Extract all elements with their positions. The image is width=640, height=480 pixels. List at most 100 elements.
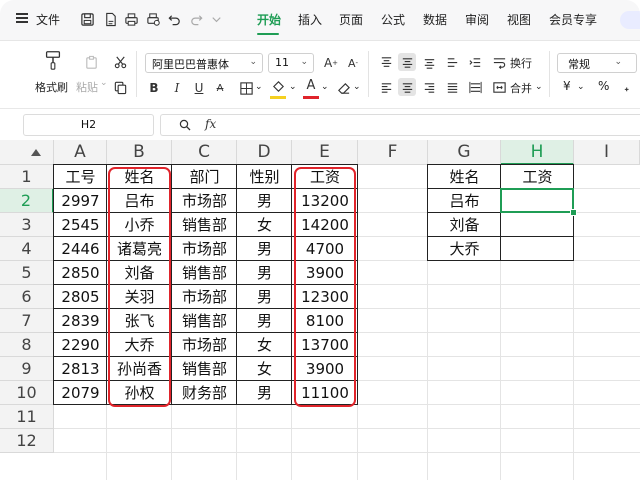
indent-icon[interactable] <box>466 53 484 71</box>
export-pdf-icon[interactable] <box>101 10 119 28</box>
tab-review[interactable]: 审阅 <box>465 11 489 28</box>
ai-assistant-button[interactable] <box>620 11 640 29</box>
table-cell[interactable]: 女 <box>237 333 292 357</box>
column-header-c[interactable]: C <box>172 140 237 165</box>
formula-input[interactable]: fx <box>160 114 640 136</box>
row-header-7[interactable]: 7 <box>0 309 54 333</box>
function-icon[interactable]: fx <box>205 117 216 131</box>
table-header-cell[interactable]: 性别 <box>237 165 292 189</box>
table-cell[interactable]: 2850 <box>54 261 107 285</box>
tab-insert[interactable]: 插入 <box>298 11 322 28</box>
decrease-font-icon[interactable]: A- <box>344 54 362 72</box>
row-header-8[interactable]: 8 <box>0 333 54 357</box>
column-header-d[interactable]: D <box>237 140 292 165</box>
lookup-cell[interactable]: 吕布 <box>428 189 501 213</box>
paste-label[interactable]: 粘贴 <box>76 79 98 95</box>
save-icon[interactable] <box>78 10 96 28</box>
table-cell[interactable]: 2997 <box>54 189 107 213</box>
table-cell[interactable]: 孙权 <box>107 381 172 405</box>
format-painter-icon[interactable] <box>36 49 70 75</box>
row-header-11[interactable]: 11 <box>0 405 54 429</box>
row-header-2[interactable]: 2 <box>0 189 54 213</box>
currency-format-button[interactable]: ¥ <box>563 79 571 93</box>
table-header-cell[interactable]: 姓名 <box>107 165 172 189</box>
table-cell[interactable]: 销售部 <box>172 213 237 237</box>
menu-icon[interactable] <box>16 13 28 23</box>
chevron-down-icon[interactable]: ⌄ <box>353 82 361 92</box>
table-cell[interactable]: 男 <box>237 309 292 333</box>
lookup-cell[interactable] <box>501 237 574 261</box>
table-cell[interactable]: 13700 <box>292 333 358 357</box>
table-header-cell[interactable]: 工资 <box>292 165 358 189</box>
strikethrough-icon[interactable]: A <box>211 79 229 97</box>
increase-font-icon[interactable]: A + <box>322 54 340 72</box>
font-family-select[interactable]: 阿里巴巴普惠体 ⌄ <box>145 53 263 73</box>
column-header-e[interactable]: E <box>292 140 358 165</box>
clear-format-icon[interactable] <box>334 79 352 97</box>
table-cell[interactable]: 13200 <box>292 189 358 213</box>
column-header-b[interactable]: B <box>107 140 172 165</box>
table-cell[interactable]: 14200 <box>292 213 358 237</box>
table-cell[interactable]: 市场部 <box>172 285 237 309</box>
table-cell[interactable]: 吕布 <box>107 189 172 213</box>
wrap-text-icon[interactable] <box>490 53 508 71</box>
undo-icon[interactable] <box>165 10 183 28</box>
table-cell[interactable]: 3900 <box>292 261 358 285</box>
table-header-cell[interactable]: 部门 <box>172 165 237 189</box>
column-header-a[interactable]: A <box>54 140 107 165</box>
tab-home[interactable]: 开始 <box>257 11 281 28</box>
table-cell[interactable]: 女 <box>237 357 292 381</box>
table-cell[interactable]: 男 <box>237 285 292 309</box>
distributed-icon[interactable] <box>466 78 484 96</box>
merge-cells-icon[interactable] <box>490 78 508 96</box>
paste-dropdown-icon[interactable]: ⌄ <box>100 78 108 88</box>
table-cell[interactable]: 2839 <box>54 309 107 333</box>
table-cell[interactable]: 2290 <box>54 333 107 357</box>
lookup-header-cell[interactable]: 工资 <box>501 165 574 189</box>
lookup-header-cell[interactable]: 姓名 <box>428 165 501 189</box>
column-header-h[interactable]: H <box>501 140 574 165</box>
align-left-icon[interactable] <box>377 78 395 96</box>
tab-data[interactable]: 数据 <box>423 11 447 28</box>
table-cell[interactable]: 关羽 <box>107 285 172 309</box>
table-cell[interactable]: 市场部 <box>172 189 237 213</box>
table-cell[interactable]: 销售部 <box>172 309 237 333</box>
column-header-g[interactable]: G <box>428 140 501 165</box>
italic-button[interactable]: I <box>168 79 186 97</box>
chevron-down-icon[interactable]: ⌄ <box>289 82 297 92</box>
row-header-4[interactable]: 4 <box>0 237 54 261</box>
table-cell[interactable]: 市场部 <box>172 237 237 261</box>
table-cell[interactable]: 男 <box>237 237 292 261</box>
bold-button[interactable]: B <box>145 79 163 97</box>
row-header-9[interactable]: 9 <box>0 357 54 381</box>
file-menu[interactable]: 文件 <box>36 11 60 28</box>
wrap-text-label[interactable]: 换行 <box>510 55 532 71</box>
spreadsheet-grid[interactable]: A B C D E F G H I 1 2 3 4 5 6 7 8 9 10 11 12 工号 姓名 部门 性别 工资 2997 吕布… <box>0 140 640 480</box>
table-cell[interactable]: 3900 <box>292 357 358 381</box>
table-cell[interactable]: 男 <box>237 189 292 213</box>
underline-button[interactable]: U <box>190 79 208 97</box>
table-cell[interactable]: 女 <box>237 213 292 237</box>
row-header-10[interactable]: 10 <box>0 381 54 405</box>
table-cell[interactable]: 2545 <box>54 213 107 237</box>
font-size-select[interactable]: 11 ⌄ <box>268 53 314 73</box>
table-cell[interactable]: 男 <box>237 261 292 285</box>
table-cell[interactable]: 孙尚香 <box>107 357 172 381</box>
table-cell[interactable]: 诸葛亮 <box>107 237 172 261</box>
table-cell[interactable]: 张飞 <box>107 309 172 333</box>
fill-handle[interactable] <box>570 209 577 216</box>
table-cell[interactable]: 销售部 <box>172 261 237 285</box>
cut-icon[interactable] <box>111 53 129 71</box>
table-cell[interactable]: 市场部 <box>172 333 237 357</box>
copy-icon[interactable] <box>111 78 129 96</box>
quick-access-dropdown-icon[interactable] <box>207 10 225 28</box>
table-cell[interactable]: 2446 <box>54 237 107 261</box>
row-header-12[interactable]: 12 <box>0 429 54 453</box>
row-header-1[interactable]: 1 <box>0 165 54 189</box>
borders-icon[interactable] <box>237 79 255 97</box>
column-header-i[interactable]: I <box>574 140 640 165</box>
text-direction-icon[interactable] <box>443 53 461 71</box>
row-header-3[interactable]: 3 <box>0 213 54 237</box>
align-right-icon[interactable] <box>420 78 438 96</box>
table-cell[interactable]: 财务部 <box>172 381 237 405</box>
